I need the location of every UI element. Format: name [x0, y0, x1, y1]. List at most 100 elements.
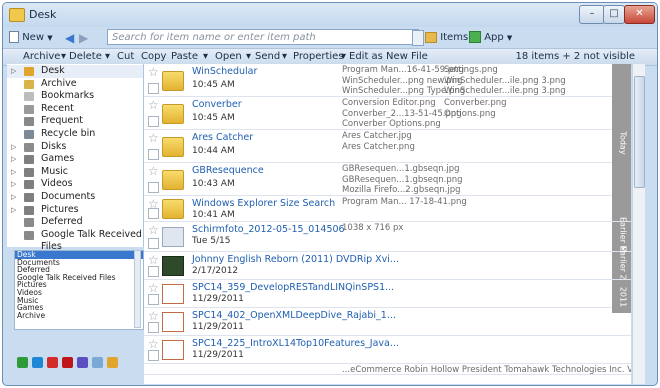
item-name[interactable]: SPC14_225_IntroXL14Top10Features_Java...	[192, 338, 399, 349]
forward-arrow-icon[interactable]: ▶	[79, 29, 88, 47]
sidebar-item-games[interactable]: ▷ Games	[7, 153, 143, 166]
delete-dropdown-icon[interactable]: ▾	[105, 50, 110, 64]
notepad-icon[interactable]	[92, 357, 103, 368]
select-checkbox[interactable]	[148, 182, 159, 193]
edit-as-new-file-button[interactable]: Edit as New File	[349, 50, 428, 64]
maximize-button[interactable]: □	[603, 5, 625, 24]
star-icon[interactable]: ☆	[148, 223, 159, 237]
paste-dropdown-icon[interactable]: ▾	[203, 50, 208, 64]
back-arrow-icon[interactable]: ◀	[65, 29, 74, 47]
sidebar-item-videos[interactable]: ▷ Videos	[7, 178, 143, 191]
copy-button[interactable]: Copy	[141, 50, 166, 64]
list-item[interactable]: ☆ SPC14_402_OpenXMLDeepDive_Rajabi_1... 11…	[144, 308, 631, 336]
select-checkbox[interactable]	[148, 116, 159, 127]
item-name[interactable]: GBResequence	[192, 165, 264, 176]
select-checkbox[interactable]	[148, 208, 159, 219]
select-checkbox[interactable]	[148, 238, 159, 249]
star-icon[interactable]: ☆	[148, 281, 159, 295]
location-list[interactable]: Desk Documents Deferred Google Talk Receive…	[14, 250, 144, 330]
expand-arrow-icon[interactable]: ▷	[11, 166, 16, 179]
star-icon[interactable]: ☆	[148, 65, 159, 79]
item-name[interactable]: Ares Catcher	[192, 132, 253, 143]
cut-button[interactable]: Cut	[117, 50, 134, 64]
location-list-item[interactable]: Archive	[15, 312, 143, 320]
scrollbar-thumb[interactable]	[634, 76, 645, 188]
item-name[interactable]: Schirmfoto_2012-05-15_014506	[192, 224, 345, 235]
list-item[interactable]: ☆ Schirmfoto_2012-05-15_014506 Tue 5/15 103…	[144, 222, 631, 252]
item-list-scrollbar[interactable]	[632, 64, 645, 384]
select-checkbox[interactable]	[148, 350, 159, 361]
star-icon[interactable]: ☆	[148, 164, 159, 178]
list-item[interactable]: ☆ WinSchedular 10:45 AM Program Man...16-41…	[144, 64, 631, 97]
item-name[interactable]: SPC14_359_DevelopRESTandLINQinSPS1...	[192, 282, 394, 293]
open-dropdown-icon[interactable]: ▾	[246, 50, 251, 64]
archive-button[interactable]: Archive	[23, 50, 60, 64]
new-button[interactable]: New ▼	[9, 29, 53, 47]
list-item[interactable]: ☆ SPC14_225_IntroXL14Top10Features_Java..…	[144, 336, 631, 364]
send-button[interactable]: Send	[255, 50, 280, 64]
star-icon[interactable]: ☆	[148, 309, 159, 323]
list-item[interactable]: ☆ SPC14_359_DevelopRESTandLINQinSPS1... 11…	[144, 280, 631, 308]
select-checkbox[interactable]	[148, 83, 159, 94]
select-checkbox[interactable]	[148, 149, 159, 160]
list-item[interactable]: ☆ Ares Catcher 10:44 AM Ares Catcher.jpg Are…	[144, 130, 631, 163]
expand-arrow-icon[interactable]: ▷	[11, 178, 16, 191]
red-star-icon[interactable]	[47, 357, 58, 368]
sidebar-item-recent[interactable]: Recent	[7, 103, 143, 116]
expand-arrow-icon[interactable]: ▷	[11, 141, 16, 154]
delete-button[interactable]: Delete	[69, 50, 102, 64]
item-name[interactable]: Windows Explorer Size Search	[192, 198, 335, 209]
sidebar-item-google-talk-received-files[interactable]: Google Talk Received Files	[7, 229, 143, 252]
sidebar-item-disks[interactable]: ▷ Disks	[7, 141, 143, 154]
item-name[interactable]: WinSchedular	[192, 66, 257, 77]
group-header-tab[interactable]: Earlier 2012	[612, 246, 631, 294]
send-dropdown-icon[interactable]: ▾	[282, 50, 287, 64]
sidebar-item-music[interactable]: ▷ Music	[7, 166, 143, 179]
expand-arrow-icon[interactable]: ▷	[11, 204, 16, 217]
select-checkbox[interactable]	[148, 322, 159, 333]
search-input[interactable]: Search for item name or enter item path	[107, 29, 419, 45]
star-icon[interactable]: ☆	[148, 98, 159, 112]
sidebar-item-archive[interactable]: Archive	[7, 78, 143, 91]
sidebar-item-desk[interactable]: ▷ Desk	[7, 65, 143, 78]
item-name[interactable]: SPC14_402_OpenXMLDeepDive_Rajabi_1...	[192, 310, 396, 321]
list-item[interactable]: ☆ GBResequence 10:43 AM GBResequen...1.gbse…	[144, 163, 631, 196]
star-icon[interactable]: ☆	[148, 337, 159, 351]
minimize-button[interactable]: –	[579, 5, 605, 24]
list-item[interactable]: ☆ Johnny English Reborn (2011) DVDRip Xvi…	[144, 252, 631, 280]
star-icon[interactable]: ☆	[148, 131, 159, 145]
expand-arrow-icon[interactable]: ▷	[11, 191, 16, 204]
app-button[interactable]: App ▼	[469, 29, 512, 47]
acrobat-icon[interactable]	[62, 357, 73, 368]
skype-icon[interactable]	[32, 357, 43, 368]
expand-arrow-icon[interactable]: ▷	[11, 65, 16, 78]
search-dropdown-icon[interactable]	[412, 30, 424, 46]
sidebar-item-recycle-bin[interactable]: Recycle bin	[7, 128, 143, 141]
sidebar-item-pictures[interactable]: ▷ Pictures	[7, 204, 143, 217]
sidebar-item-deferred[interactable]: Deferred	[7, 216, 143, 229]
properties-button[interactable]: Properties	[293, 50, 344, 64]
expand-arrow-icon[interactable]: ▷	[11, 153, 16, 166]
select-checkbox[interactable]	[148, 294, 159, 305]
group-header-tab[interactable]: 2011	[612, 280, 631, 313]
paste-button[interactable]: Paste	[171, 50, 198, 64]
app-icon[interactable]	[77, 357, 88, 368]
sidebar-item-bookmarks[interactable]: Bookmarks	[7, 90, 143, 103]
group-header-tab[interactable]: Today	[612, 64, 631, 221]
list-item[interactable]: ☆ Converber 10:45 AM Conversion Editor.png C…	[144, 97, 631, 130]
properties-dropdown-icon[interactable]: ▾	[341, 50, 346, 64]
sidebar-item-documents[interactable]: ▷ Documents	[7, 191, 143, 204]
select-checkbox[interactable]	[148, 266, 159, 277]
open-button[interactable]: Open	[215, 50, 242, 64]
list-item[interactable]: ☆ Windows Explorer Size Search 10:41 AM Pro…	[144, 196, 631, 222]
location-list-scrollbar[interactable]	[134, 250, 141, 328]
star-icon[interactable]: ☆	[148, 253, 159, 267]
item-name[interactable]: Converber	[192, 99, 242, 110]
list-item[interactable]: ...eCommerce Robin Hollow President Toma…	[144, 364, 631, 375]
close-button[interactable]: ✕	[624, 5, 655, 24]
item-name[interactable]: Johnny English Reborn (2011) DVDRip Xvi.…	[192, 254, 399, 265]
image-editor-icon[interactable]	[107, 357, 118, 368]
whatsapp-icon[interactable]	[17, 357, 28, 368]
archive-dropdown-icon[interactable]: ▾	[61, 50, 66, 64]
sidebar-item-frequent[interactable]: Frequent	[7, 115, 143, 128]
